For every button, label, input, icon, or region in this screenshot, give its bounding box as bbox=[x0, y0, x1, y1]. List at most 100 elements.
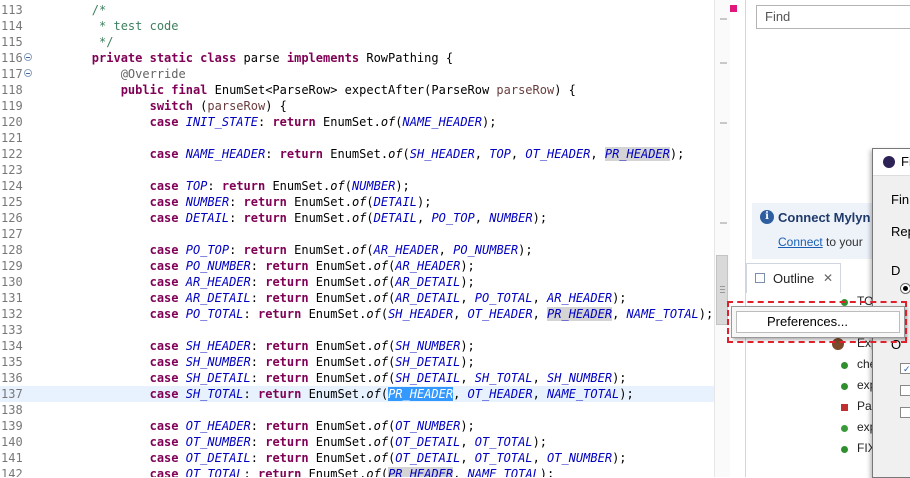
code-line[interactable]: 140 case OT_NUMBER: return EnumSet.of(OT… bbox=[0, 434, 714, 450]
code-line[interactable]: 118 public final EnumSet<ParseRow> expec… bbox=[0, 82, 714, 98]
code-line[interactable]: 123 bbox=[0, 162, 714, 178]
option-checkbox[interactable] bbox=[900, 385, 910, 396]
code-token: of bbox=[373, 451, 389, 465]
code-editor[interactable]: 113 /* 114 * test code 115 */116 private s… bbox=[0, 0, 714, 477]
code-text[interactable]: /* bbox=[34, 2, 106, 18]
code-line[interactable]: 136 case SH_DETAIL: return EnumSet.of(SH… bbox=[0, 370, 714, 386]
option-checkbox[interactable]: ✓ bbox=[900, 363, 910, 374]
code-text[interactable]: case AR_HEADER: return EnumSet.of(AR_DET… bbox=[34, 274, 475, 290]
code-line[interactable]: 129 case PO_NUMBER: return EnumSet.of(AR… bbox=[0, 258, 714, 274]
overview-ruler[interactable] bbox=[714, 0, 730, 477]
ruler-marker[interactable] bbox=[720, 222, 727, 224]
code-text[interactable]: case SH_DETAIL: return EnumSet.of(SH_DET… bbox=[34, 370, 627, 386]
code-line[interactable]: 128 case PO_TOP: return EnumSet.of(AR_HE… bbox=[0, 242, 714, 258]
code-token: SH_HEADER bbox=[409, 147, 475, 161]
code-text[interactable]: case SH_TOTAL: return EnumSet.of(PR_HEAD… bbox=[34, 386, 634, 402]
code-token: ( bbox=[402, 147, 410, 161]
code-line[interactable]: 127 bbox=[0, 226, 714, 242]
code-token: case bbox=[149, 195, 179, 209]
code-text[interactable]: case PO_TOP: return EnumSet.of(AR_HEADER… bbox=[34, 242, 533, 258]
code-line[interactable]: 120 case INIT_STATE: return EnumSet.of(N… bbox=[0, 114, 714, 130]
code-line[interactable]: 116 private static class parse implement… bbox=[0, 50, 714, 66]
fold-toggle-icon[interactable] bbox=[24, 53, 32, 61]
code-line[interactable]: 117 @Override bbox=[0, 66, 714, 82]
code-line[interactable]: 131 case AR_DETAIL: return EnumSet.of(AR… bbox=[0, 290, 714, 306]
error-marker[interactable] bbox=[730, 5, 737, 12]
code-text[interactable]: * test code bbox=[34, 18, 178, 34]
code-token: implements bbox=[286, 51, 360, 65]
code-line[interactable]: 119 switch (parseRow) { bbox=[0, 98, 714, 114]
code-token: EnumSet. bbox=[308, 435, 374, 449]
code-line[interactable]: 125 case NUMBER: return EnumSet.of(DETAI… bbox=[0, 194, 714, 210]
dialog-titlebar[interactable]: Fi bbox=[873, 149, 910, 176]
code-line[interactable]: 135 case SH_NUMBER: return EnumSet.of(SH… bbox=[0, 354, 714, 370]
code-token: NAME_HEADER bbox=[402, 115, 482, 129]
line-number: 134 bbox=[1, 339, 23, 353]
code-line[interactable]: 134 case SH_HEADER: return EnumSet.of(SH… bbox=[0, 338, 714, 354]
code-line[interactable]: 113 /* bbox=[0, 2, 714, 18]
code-text[interactable]: case SH_NUMBER: return EnumSet.of(SH_DET… bbox=[34, 354, 475, 370]
code-token: NAME_TOTAL bbox=[626, 307, 699, 321]
code-token: SH_NUMBER bbox=[547, 371, 613, 385]
code-text[interactable]: case INIT_STATE: return EnumSet.of(NAME_… bbox=[34, 114, 497, 130]
ruler-marker[interactable] bbox=[720, 122, 727, 124]
option-checkbox[interactable] bbox=[900, 407, 910, 418]
code-line[interactable]: 121 bbox=[0, 130, 714, 146]
code-text[interactable]: */ bbox=[34, 34, 113, 50]
code-line[interactable]: 138 bbox=[0, 402, 714, 418]
code-token: */ bbox=[99, 35, 114, 49]
code-text[interactable]: case AR_DETAIL: return EnumSet.of(AR_DET… bbox=[34, 290, 627, 306]
code-text[interactable]: case NUMBER: return EnumSet.of(DETAIL); bbox=[34, 194, 432, 210]
ruler-marker[interactable] bbox=[720, 18, 727, 20]
code-text[interactable]: case DETAIL: return EnumSet.of(DETAIL, P… bbox=[34, 210, 547, 226]
code-line[interactable]: 122 case NAME_HEADER: return EnumSet.of(… bbox=[0, 146, 714, 162]
code-line[interactable]: 141 case OT_DETAIL: return EnumSet.of(OT… bbox=[0, 450, 714, 466]
close-icon[interactable]: ✕ bbox=[823, 271, 833, 285]
code-line[interactable]: 124 case TOP: return EnumSet.of(NUMBER); bbox=[0, 178, 714, 194]
code-text[interactable]: public final EnumSet<ParseRow> expectAft… bbox=[34, 82, 576, 98]
tab-outline[interactable]: Outline ✕ bbox=[746, 263, 841, 293]
code-token: NAME_HEADER bbox=[185, 147, 266, 161]
code-text[interactable]: case TOP: return EnumSet.of(NUMBER); bbox=[34, 178, 410, 194]
code-text[interactable]: case OT_TOTAL: return EnumSet.of(PR_HEAD… bbox=[34, 466, 554, 477]
code-text[interactable]: switch (parseRow) { bbox=[34, 98, 287, 114]
code-text[interactable]: case OT_HEADER: return EnumSet.of(OT_NUM… bbox=[34, 418, 475, 434]
code-line[interactable]: 115 */ bbox=[0, 34, 714, 50]
fold-toggle-icon[interactable] bbox=[24, 69, 32, 77]
code-token: SH_HEADER bbox=[185, 339, 251, 353]
find-input[interactable]: Find bbox=[756, 5, 910, 29]
code-text[interactable]: case OT_DETAIL: return EnumSet.of(OT_DET… bbox=[34, 450, 627, 466]
code-line[interactable]: 132 case PO_TOTAL: return EnumSet.of(SH_… bbox=[0, 306, 714, 322]
code-token: EnumSet. bbox=[286, 243, 352, 257]
code-text[interactable]: case PO_TOTAL: return EnumSet.of(SH_HEAD… bbox=[34, 306, 713, 322]
ruler-marker[interactable] bbox=[720, 62, 727, 64]
code-token: , bbox=[438, 243, 454, 257]
code-text[interactable]: case PO_NUMBER: return EnumSet.of(AR_HEA… bbox=[34, 258, 475, 274]
code-text[interactable]: @Override bbox=[34, 66, 186, 82]
code-text[interactable]: case NAME_HEADER: return EnumSet.of(SH_H… bbox=[34, 146, 684, 162]
code-text[interactable]: private static class parse implements Ro… bbox=[34, 50, 453, 66]
direction-radio[interactable] bbox=[900, 283, 910, 294]
code-line[interactable]: 130 case AR_HEADER: return EnumSet.of(AR… bbox=[0, 274, 714, 290]
code-line[interactable]: 126 case DETAIL: return EnumSet.of(DETAI… bbox=[0, 210, 714, 226]
code-line[interactable]: 133 bbox=[0, 322, 714, 338]
code-line[interactable]: 142 case OT_TOTAL: return EnumSet.of(PR_… bbox=[0, 466, 714, 477]
code-token: return bbox=[243, 243, 287, 257]
code-line[interactable]: 137 case SH_TOTAL: return EnumSet.of(PR_… bbox=[0, 386, 714, 402]
code-text[interactable]: case OT_NUMBER: return EnumSet.of(OT_DET… bbox=[34, 434, 547, 450]
code-text[interactable]: case SH_HEADER: return EnumSet.of(SH_NUM… bbox=[34, 338, 475, 354]
code-token: , bbox=[474, 147, 490, 161]
code-token: case bbox=[149, 355, 179, 369]
code-line[interactable]: 114 * test code bbox=[0, 18, 714, 34]
code-token: , bbox=[590, 147, 605, 161]
connect-link[interactable]: Connect bbox=[778, 235, 823, 249]
code-line[interactable]: 139 case OT_HEADER: return EnumSet.of(OT… bbox=[0, 418, 714, 434]
code-token: ); bbox=[460, 419, 475, 433]
